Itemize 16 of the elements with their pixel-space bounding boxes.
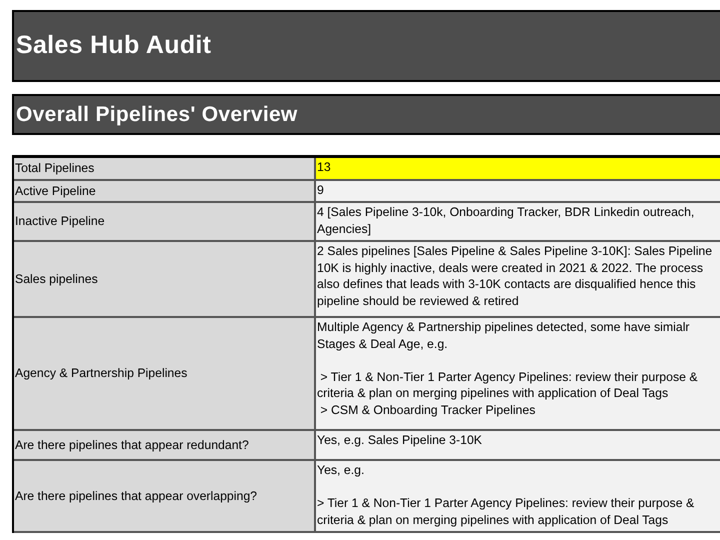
row-label: Agency & Partnership Pipelines	[15, 365, 188, 382]
value-cell: Yes, e.g. > Tier 1 & Non-Tier 1 Parter Agency Pipelines: review their purpose & criteria & plan on merging pipelines with application of Deal Tags	[316, 461, 720, 531]
value-cell: Multiple Agency & Partnership pipelines detected, some have simialr Stages & Deal Age, e.g. > Tier 1 & Non-Tier 1 Parter Agency Pipelines: review their purpose & criteria & plan on merging pipelines with application of Deal Tags > CSM & Onboarding Tracker Pipelines	[316, 318, 720, 429]
value-cell: 4 [Sales Pipeline 3-10k, Onboarding Tracker, BDR Linkedin outreach, Agencies]	[316, 203, 720, 240]
row-label: Are there pipelines that appear redundant?	[15, 436, 249, 454]
section-title: Overall Pipelines' Overview	[12, 94, 720, 135]
value-cell: 9	[316, 180, 720, 201]
row-label: Are there pipelines that appear overlapping?	[15, 488, 258, 504]
row-label: Active Pipeline	[15, 182, 96, 199]
row-label: Inactive Pipeline	[15, 213, 105, 230]
value-cell: Yes, e.g. Sales Pipeline 3-10K	[316, 431, 720, 459]
value-cell: 13	[316, 158, 720, 178]
row-label: Total Pipelines	[15, 160, 94, 176]
row-label: Sales pipelines	[15, 270, 98, 288]
value-cell: 2 Sales pipelines [Sales Pipeline & Sales Pipeline 3-10K]: Sales Pipeline 10K is highly inactive, deals were created in 2021 & 2022. The process also defines that leads with 3-10K contacts are disqualified hence this pipeline should be reviewed & retired	[316, 242, 720, 316]
page-title: Sales Hub Audit	[12, 10, 720, 82]
